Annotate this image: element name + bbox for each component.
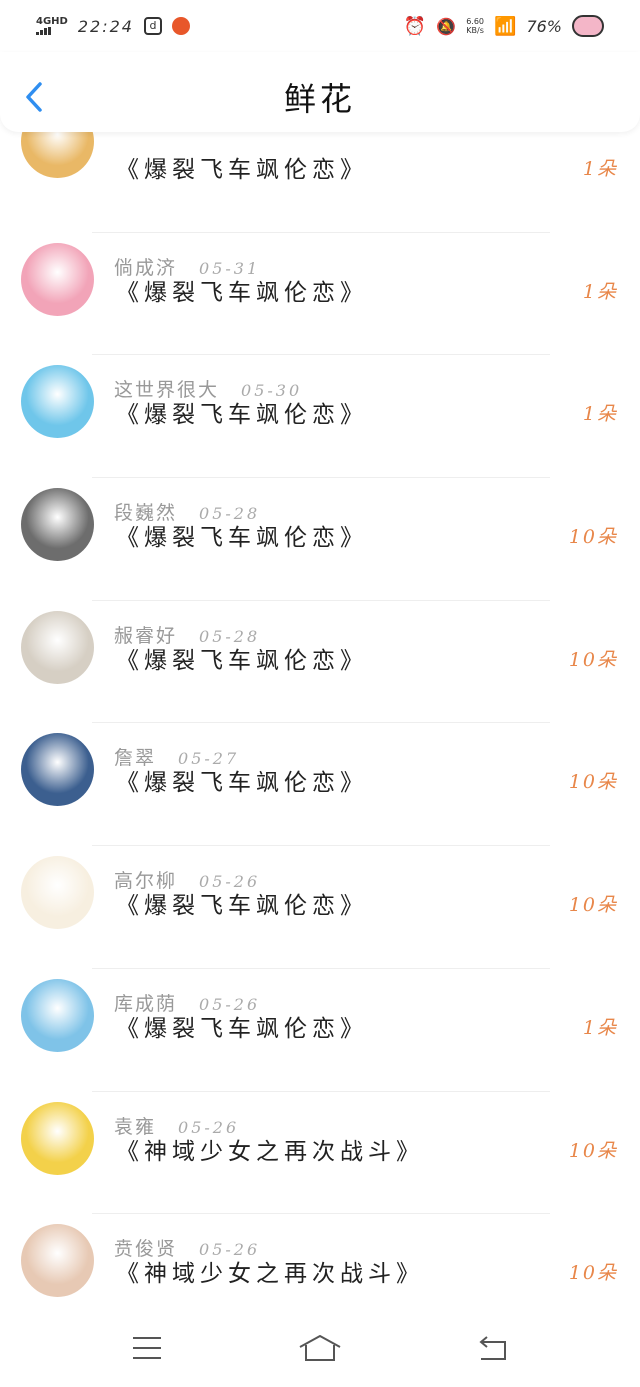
list-item[interactable]: 詹翠 05-27 《爆裂飞车飒伦恋》 10朵 <box>0 723 640 847</box>
book-title[interactable]: 《神域少女之再次战斗》 <box>116 1132 424 1166</box>
system-nav-bar <box>0 1309 640 1387</box>
header: 鲜花 <box>0 52 640 132</box>
book-title[interactable]: 《爆裂飞车飒伦恋》 <box>116 518 368 552</box>
book-title[interactable]: 《爆裂飞车飒伦恋》 <box>116 641 368 675</box>
back-icon <box>479 1336 507 1360</box>
network-type: 4GHD <box>36 16 68 27</box>
book-title[interactable]: 《爆裂飞车飒伦恋》 <box>116 1009 368 1043</box>
status-right: ⏰ 🔕 6.60 KB/s 📶 76% <box>404 15 604 37</box>
wifi-icon: 📶 <box>494 15 517 37</box>
list-item[interactable]: 赧睿好 05-28 《爆裂飞车飒伦恋》 10朵 <box>0 601 640 724</box>
flower-count: 10朵 <box>568 771 618 794</box>
flower-count: 10朵 <box>568 1262 618 1285</box>
list-item[interactable]: 高尔柳 05-26 《爆裂飞车飒伦恋》 10朵 <box>0 846 640 969</box>
book-title[interactable]: 《爆裂飞车飒伦恋》 <box>116 395 368 429</box>
flower-list: 《爆裂飞车飒伦恋》 1朵 倘成济 05-31 《爆裂飞车飒伦恋》 1朵 这世界很大… <box>0 105 640 1337</box>
list-item[interactable]: 袁雍 05-26 《神域少女之再次战斗》 10朵 <box>0 1092 640 1215</box>
status-bar: 4GHD 22:24 d ⏰ 🔕 6.60 KB/s 📶 76% <box>0 0 640 52</box>
avatar[interactable] <box>21 610 94 684</box>
flower-count: 10朵 <box>568 1139 618 1162</box>
signal-indicator: 4GHD <box>36 17 68 35</box>
list-item[interactable]: 库成荫 05-26 《爆裂飞车飒伦恋》 1朵 <box>0 969 640 1092</box>
list-item[interactable]: 倘成济 05-31 《爆裂飞车飒伦恋》 1朵 <box>0 233 640 356</box>
donor-meta <box>114 130 136 152</box>
flower-count: 1朵 <box>582 403 618 426</box>
net-speed: 6.60 KB/s <box>466 17 485 35</box>
avatar[interactable] <box>21 365 94 439</box>
avatar[interactable] <box>21 488 94 562</box>
book-title[interactable]: 《神域少女之再次战斗》 <box>116 1254 424 1288</box>
battery-icon <box>572 15 604 37</box>
mute-icon: 🔕 <box>436 16 457 36</box>
clock: 22:24 <box>77 16 134 36</box>
avatar[interactable] <box>21 978 94 1052</box>
book-title[interactable]: 《爆裂飞车飒伦恋》 <box>116 886 368 920</box>
home-icon <box>299 1335 341 1361</box>
book-title[interactable]: 《爆裂飞车飒伦恋》 <box>116 150 368 184</box>
flower-count: 10朵 <box>568 526 618 549</box>
avatar[interactable] <box>21 1224 94 1298</box>
menu-icon <box>132 1337 161 1359</box>
list-item[interactable]: 段巍然 05-28 《爆裂飞车飒伦恋》 10朵 <box>0 478 640 601</box>
alarm-icon: ⏰ <box>403 15 427 37</box>
avatar[interactable] <box>21 733 94 807</box>
page-title: 鲜花 <box>283 80 356 118</box>
game-notification-icon <box>171 17 190 35</box>
flower-count: 1朵 <box>582 158 618 180</box>
status-left: 4GHD 22:24 d <box>36 17 190 36</box>
book-title[interactable]: 《爆裂飞车飒伦恋》 <box>116 763 368 797</box>
flower-count: 1朵 <box>582 1016 618 1039</box>
flower-count: 10朵 <box>568 894 618 917</box>
book-title[interactable]: 《爆裂飞车飒伦恋》 <box>116 273 368 307</box>
home-button[interactable] <box>290 1328 350 1368</box>
app-notification-icon: d <box>143 17 162 35</box>
back-nav-button[interactable] <box>463 1328 523 1368</box>
signal-bars-icon <box>36 27 68 35</box>
avatar[interactable] <box>21 242 94 316</box>
flower-count: 10朵 <box>568 648 618 671</box>
avatar[interactable] <box>21 856 94 930</box>
avatar[interactable] <box>21 1101 94 1175</box>
list-item[interactable]: 这世界很大 05-30 《爆裂飞车飒伦恋》 1朵 <box>0 355 640 479</box>
flower-count: 1朵 <box>582 280 618 303</box>
battery-level: 76% <box>526 16 562 36</box>
menu-button[interactable] <box>117 1328 177 1368</box>
